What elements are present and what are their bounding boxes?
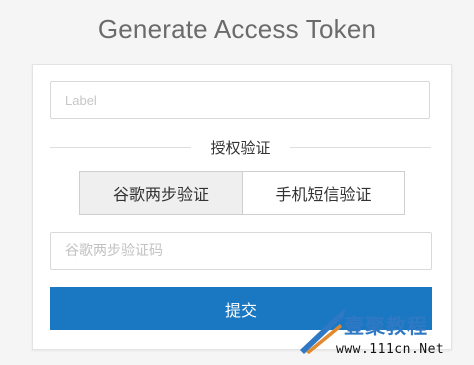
tab-sms-verification[interactable]: 手机短信验证 bbox=[243, 172, 404, 214]
divider-line-right bbox=[290, 147, 431, 148]
auth-section-divider: 授权验证 bbox=[50, 135, 431, 159]
label-input[interactable] bbox=[50, 81, 430, 119]
page-title: Generate Access Token bbox=[97, 14, 377, 44]
divider-line-left bbox=[50, 147, 191, 148]
submit-button[interactable]: 提交 bbox=[50, 287, 432, 330]
tab-google-two-step[interactable]: 谷歌两步验证 bbox=[80, 172, 243, 214]
token-form-card: 授权验证 谷歌两步验证 手机短信验证 提交 bbox=[32, 64, 452, 350]
auth-method-tabs: 谷歌两步验证 手机短信验证 bbox=[79, 171, 405, 215]
verification-code-input[interactable] bbox=[50, 232, 432, 270]
auth-section-heading: 授权验证 bbox=[210, 139, 271, 157]
